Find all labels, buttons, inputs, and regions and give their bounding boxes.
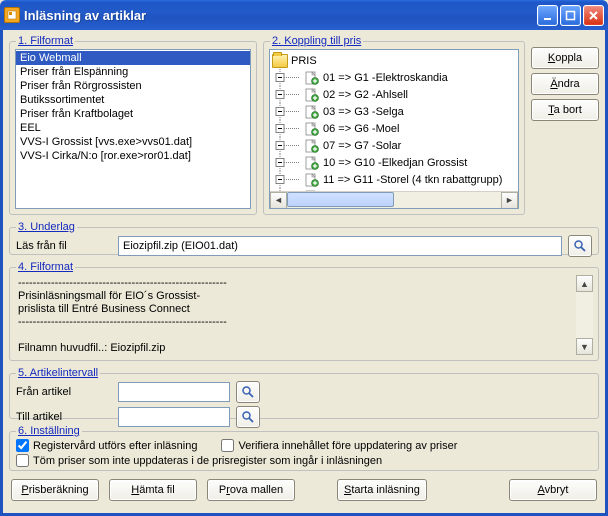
registervard-checkbox[interactable]: [16, 439, 29, 452]
maximize-button[interactable]: [560, 5, 581, 26]
folder-icon: [272, 54, 288, 68]
file-format-item[interactable]: Priser från Rörgrossisten: [16, 79, 250, 93]
from-article-label: Från artikel: [16, 386, 112, 398]
magnifier-icon: [241, 385, 255, 399]
file-format-item[interactable]: VVS-I Cirka/N:o [ror.exe>ror01.dat]: [16, 149, 250, 163]
section-filformat: 1. Filformat Eio WebmallPriser från Elsp…: [9, 35, 257, 215]
from-article-input[interactable]: [118, 382, 230, 402]
tree-item-label: 02 => G2 -Ahlsell: [323, 89, 408, 101]
prova-mallen-button[interactable]: Prova mallen: [207, 479, 295, 501]
tree-item-label: 06 => G6 -Moel: [323, 123, 399, 135]
registervard-checkbox-label[interactable]: Registervård utförs efter inläsning: [16, 439, 197, 452]
file-format-item[interactable]: Priser från Kraftbolaget: [16, 107, 250, 121]
window-title: Inläsning av artiklar: [24, 8, 537, 23]
read-from-file-label: Läs från fil: [16, 240, 112, 252]
tom-priser-checkbox[interactable]: [16, 454, 29, 467]
scroll-thumb[interactable]: [287, 192, 394, 207]
starta-inlasning-button[interactable]: Starta inläsning: [337, 479, 427, 501]
close-button[interactable]: [583, 5, 604, 26]
tree-item[interactable]: 06 => G6 -Moel: [272, 120, 516, 137]
bottom-button-bar: Prisberäkning Hämta fil Prova mallen Sta…: [9, 479, 599, 501]
price-tree[interactable]: PRIS 01 => G1 -Elektroskandia 02 => G2 -Ah…: [269, 49, 519, 209]
section-filformat-legend[interactable]: 1. Filformat: [16, 35, 75, 47]
section-artikelintervall-legend[interactable]: 5. Artikelintervall: [16, 367, 100, 379]
read-from-file-input[interactable]: [118, 236, 562, 256]
scroll-up-icon[interactable]: ▲: [576, 275, 593, 292]
andra-button[interactable]: Ändra: [531, 73, 599, 95]
koppla-button[interactable]: Koppla: [531, 47, 599, 69]
verifiera-checkbox[interactable]: [221, 439, 234, 452]
client-area: 1. Filformat Eio WebmallPriser från Elsp…: [0, 30, 608, 516]
tree-item[interactable]: 02 => G2 -Ahlsell: [272, 86, 516, 103]
scroll-left-icon[interactable]: ◄: [270, 192, 287, 209]
tree-item[interactable]: 01 => G1 -Elektroskandia: [272, 69, 516, 86]
tree-item[interactable]: 07 => G7 -Solar: [272, 137, 516, 154]
tree-action-buttons: Koppla Ändra Ta bort: [531, 35, 599, 215]
price-file-icon: [304, 156, 320, 170]
hamta-fil-button[interactable]: Hämta fil: [109, 479, 197, 501]
section-installning: 6. Inställning Registervård utförs efter…: [9, 425, 599, 471]
registervard-text: Registervård utförs efter inläsning: [33, 440, 197, 452]
to-article-label: Till artikel: [16, 411, 112, 423]
file-format-item[interactable]: VVS-I Grossist [vvs.exe>vvs01.dat]: [16, 135, 250, 149]
price-file-icon: [304, 173, 320, 187]
tree-item-label: 03 => G3 -Selga: [323, 106, 404, 118]
price-file-icon: [304, 122, 320, 136]
tom-priser-checkbox-label[interactable]: Töm priser som inte uppdateras i de pris…: [16, 454, 592, 467]
scroll-right-icon[interactable]: ►: [501, 192, 518, 209]
file-format-item[interactable]: Priser från Elspänning: [16, 65, 250, 79]
browse-file-button[interactable]: [568, 235, 592, 257]
avbryt-button[interactable]: Avbryt: [509, 479, 597, 501]
memo-vertical-scrollbar[interactable]: ▲ ▼: [576, 275, 593, 355]
tree-item[interactable]: 03 => G3 -Selga: [272, 103, 516, 120]
to-article-input[interactable]: [118, 407, 230, 427]
section-underlag-legend[interactable]: 3. Underlag: [16, 221, 77, 233]
section-koppling: 2. Koppling till pris PRIS 01 => G1 -Elek…: [263, 35, 525, 215]
app-icon: [4, 7, 20, 23]
tree-item-label: 11 => G11 -Storel (4 tkn rabattgrupp): [323, 174, 502, 186]
section-filformat-info-legend[interactable]: 4. Filformat: [16, 261, 75, 273]
verifiera-checkbox-label[interactable]: Verifiera innehållet före uppdatering av…: [221, 439, 457, 452]
file-format-item[interactable]: EEL: [16, 121, 250, 135]
tree-root[interactable]: PRIS: [272, 52, 516, 69]
title-bar: Inläsning av artiklar: [0, 0, 608, 30]
section-underlag: 3. Underlag Läs från fil: [9, 221, 599, 255]
section-koppling-legend[interactable]: 2. Koppling till pris: [270, 35, 363, 47]
price-file-icon: [304, 139, 320, 153]
tree-root-label: PRIS: [291, 55, 317, 67]
tree-item-label: 10 => G10 -Elkedjan Grossist: [323, 157, 467, 169]
file-format-list[interactable]: Eio WebmallPriser från ElspänningPriser …: [15, 49, 251, 209]
tabort-button[interactable]: Ta bort: [531, 99, 599, 121]
file-format-item[interactable]: Eio Webmall: [16, 51, 250, 65]
magnifier-icon: [573, 239, 587, 253]
verifiera-text: Verifiera innehållet före uppdatering av…: [238, 440, 457, 452]
from-article-browse-button[interactable]: [236, 381, 260, 403]
minimize-button[interactable]: [537, 5, 558, 26]
section-installning-legend[interactable]: 6. Inställning: [16, 425, 82, 437]
tree-item[interactable]: 11 => G11 -Storel (4 tkn rabattgrupp): [272, 171, 516, 188]
tree-horizontal-scrollbar[interactable]: ◄ ►: [270, 191, 518, 208]
filformat-memo: ----------------------------------------…: [16, 275, 576, 355]
file-format-item[interactable]: Butikssortimentet: [16, 93, 250, 107]
price-file-icon: [304, 105, 320, 119]
scroll-down-icon[interactable]: ▼: [576, 338, 593, 355]
section-filformat-info: 4. Filformat ---------------------------…: [9, 261, 599, 361]
price-file-icon: [304, 88, 320, 102]
magnifier-icon: [241, 410, 255, 424]
section-artikelintervall: 5. Artikelintervall Från artikel Till ar…: [9, 367, 599, 419]
tree-item[interactable]: 10 => G10 -Elkedjan Grossist: [272, 154, 516, 171]
price-file-icon: [304, 71, 320, 85]
tom-priser-text: Töm priser som inte uppdateras i de pris…: [33, 455, 382, 467]
prisberakning-button[interactable]: Prisberäkning: [11, 479, 99, 501]
tree-item-label: 07 => G7 -Solar: [323, 140, 401, 152]
tree-item-label: 01 => G1 -Elektroskandia: [323, 72, 448, 84]
